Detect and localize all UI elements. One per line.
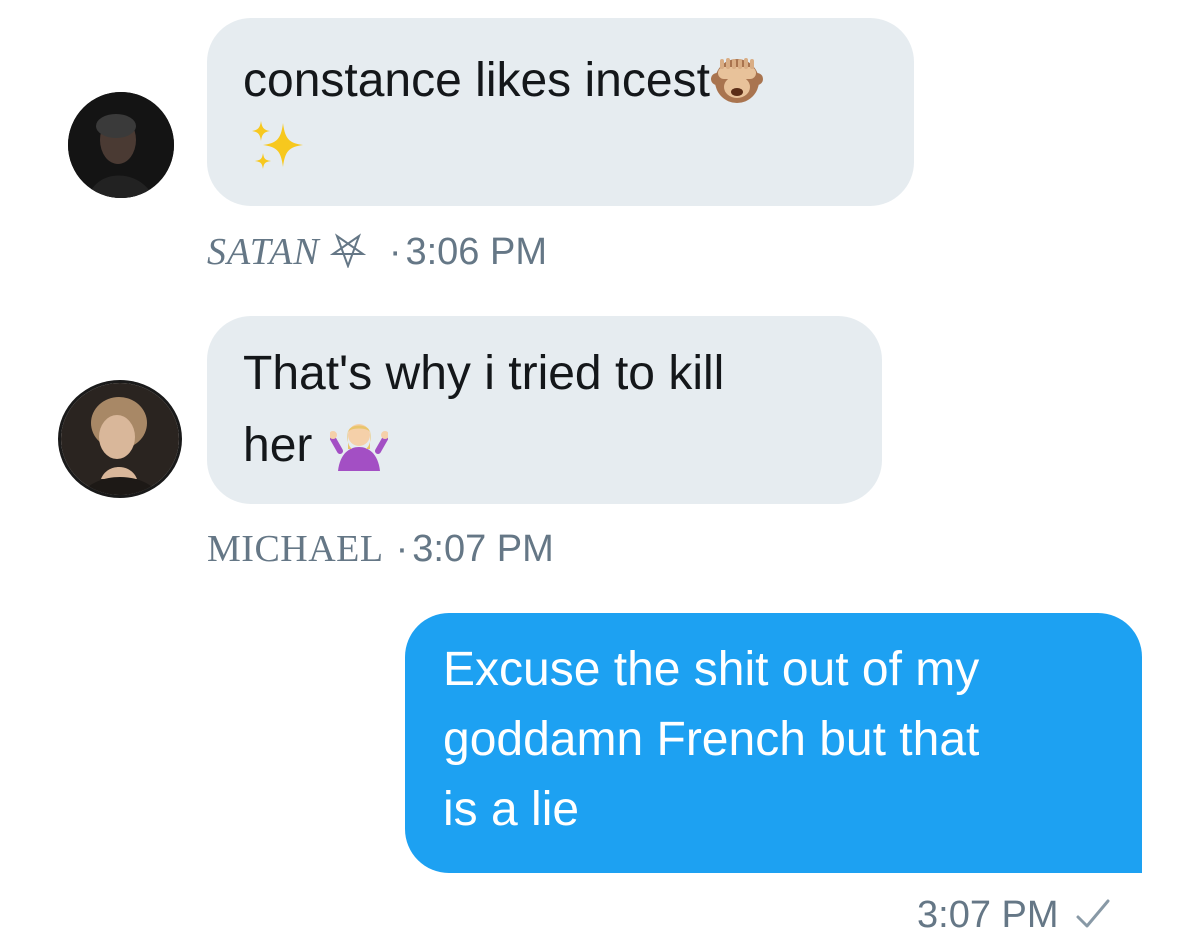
message-time: 3:07 PM: [412, 528, 554, 570]
message-bubble-satan[interactable]: constance likes incest: [207, 18, 914, 206]
message-time: 3:07 PM: [917, 894, 1059, 936]
message-bubble-outgoing[interactable]: Excuse the shit out of my goddamn French…: [405, 613, 1142, 873]
avatar-satan-image: [68, 92, 174, 198]
pentagram-icon: [330, 231, 377, 273]
message-bubble-michael[interactable]: That's why i tried to kill her: [207, 316, 882, 504]
message-text-line3: is a lie: [443, 783, 580, 836]
meta-separator: ·: [388, 231, 402, 273]
message-text-line2: goddamn French but that: [443, 713, 980, 766]
message-text: constance likes incest: [243, 54, 710, 107]
message-text-line1: Excuse the shit out of my: [443, 643, 980, 696]
avatar-michael[interactable]: [58, 380, 182, 498]
meta-separator: ·: [395, 528, 409, 570]
message-meta-satan: SATAN · 3:06 PM: [207, 230, 547, 274]
sparkles-icon: [243, 113, 914, 173]
message-text-line1: That's why i tried to kill: [243, 347, 725, 400]
checkmark-icon: [1069, 894, 1111, 936]
avatar-satan[interactable]: [68, 92, 174, 198]
avatar-michael-image: [61, 383, 179, 495]
sender-name[interactable]: MICHAEL: [207, 528, 384, 570]
message-time: 3:06 PM: [405, 231, 547, 273]
person-shrugging-icon: [326, 412, 389, 484]
message-meta-outgoing: 3:07 PM: [917, 893, 1111, 937]
message-text-line2: her: [243, 419, 313, 472]
see-no-evil-monkey-icon: [710, 53, 764, 113]
message-meta-michael: MICHAEL · 3:07 PM: [207, 527, 554, 571]
sender-name[interactable]: SATAN: [207, 231, 320, 273]
